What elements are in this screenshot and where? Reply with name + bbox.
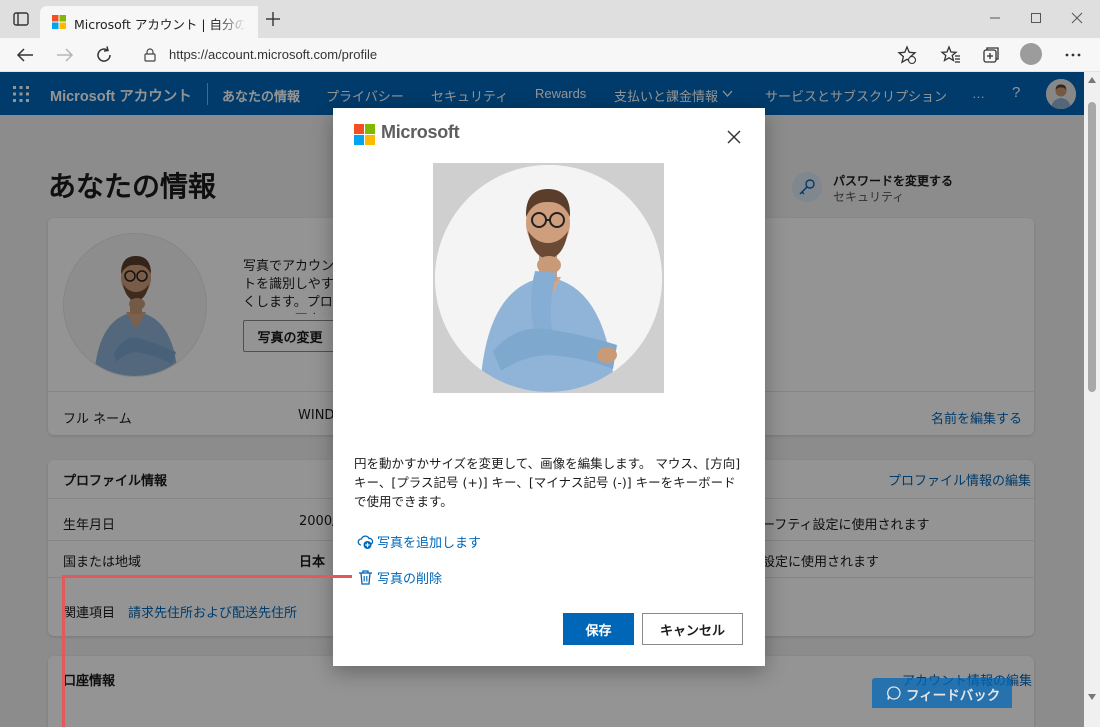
add-photo-label: 写真を追加します — [377, 536, 482, 551]
url-text: https://account.microsoft.com/profile — [169, 47, 378, 62]
feedback-icon — [887, 686, 901, 700]
browser-tab-bar: Microsoft アカウント | 自分のプロフィール — [0, 0, 1100, 38]
cancel-button[interactable]: キャンセル — [642, 613, 743, 645]
scroll-up-icon[interactable] — [1087, 76, 1097, 84]
feedback-label: フィードバック — [906, 688, 1001, 704]
trash-icon — [359, 570, 372, 585]
feedback-button[interactable]: フィードバック — [872, 678, 1012, 708]
favorites-icon[interactable] — [940, 44, 962, 66]
scroll-thumb[interactable] — [1088, 102, 1096, 392]
save-button[interactable]: 保存 — [563, 613, 634, 645]
annotation-callout-line — [62, 575, 352, 578]
browser-profile-avatar[interactable] — [1020, 43, 1042, 65]
cloud-add-icon — [357, 535, 374, 549]
page-scrollbar[interactable] — [1084, 72, 1100, 727]
url-bar[interactable]: https://account.microsoft.com/profile — [134, 41, 934, 69]
edit-photo-dialog: Microsoft 円を動かすかサイズを変更して、画像を編集します。 マウス、[… — [333, 108, 765, 666]
new-tab-icon[interactable] — [264, 10, 282, 28]
microsoft-logo-icon — [354, 124, 376, 146]
scroll-down-icon[interactable] — [1087, 693, 1097, 701]
refresh-icon[interactable] — [93, 44, 115, 66]
browser-tab[interactable]: Microsoft アカウント | 自分のプロフィール — [40, 6, 258, 38]
minimize-icon[interactable] — [987, 10, 1003, 26]
close-window-icon[interactable] — [1069, 10, 1085, 26]
more-options-icon[interactable] — [1062, 44, 1084, 66]
microsoft-wordmark: Microsoft — [381, 122, 460, 142]
back-icon[interactable] — [14, 44, 36, 66]
microsoft-favicon-icon — [52, 15, 66, 29]
crop-person-image — [435, 165, 662, 392]
forward-icon[interactable] — [54, 44, 76, 66]
delete-photo-label: 写真の削除 — [377, 572, 443, 587]
favorite-star-icon[interactable] — [896, 44, 918, 66]
crop-circle[interactable] — [435, 165, 662, 392]
maximize-icon[interactable] — [1028, 10, 1044, 26]
lock-icon[interactable] — [142, 47, 158, 63]
close-icon[interactable] — [725, 128, 743, 146]
address-toolbar: https://account.microsoft.com/profile — [0, 38, 1100, 72]
collections-icon[interactable] — [980, 44, 1002, 66]
edit-instructions: 円を動かすかサイズを変更して、画像を編集します。 マウス、[方向] キー、[プラ… — [354, 456, 741, 509]
tab-actions-icon[interactable] — [12, 10, 30, 28]
photo-crop-area[interactable] — [433, 163, 664, 393]
annotation-callout-line — [62, 575, 65, 727]
